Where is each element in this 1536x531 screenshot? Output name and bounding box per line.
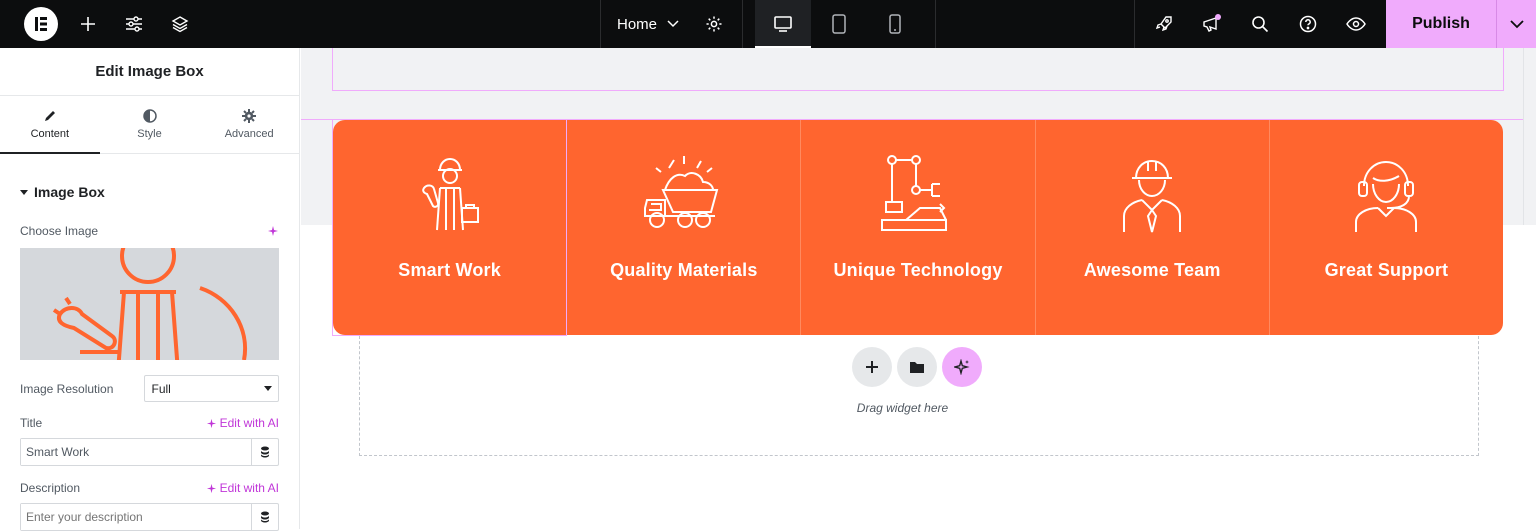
image-resolution-value: Full xyxy=(151,381,171,396)
box-title: Awesome Team xyxy=(1083,260,1221,280)
box-title: Smart Work xyxy=(398,260,501,280)
page-selector[interactable]: Home xyxy=(601,0,691,48)
image-box-quality-materials[interactable]: Quality Materials xyxy=(566,120,800,335)
image-box-unique-technology[interactable]: Unique Technology xyxy=(800,120,1034,335)
help-icon[interactable] xyxy=(1284,0,1332,48)
title-input[interactable] xyxy=(21,439,251,465)
robot-arm-icon xyxy=(881,155,947,231)
settings-sliders-icon[interactable] xyxy=(110,0,158,48)
eye-icon[interactable] xyxy=(1332,0,1380,48)
edit-with-ai-label: Edit with AI xyxy=(219,481,279,495)
dump-truck-icon xyxy=(643,156,719,228)
description-edit-with-ai-link[interactable]: Edit with AI xyxy=(206,481,279,495)
editor-canvas: Smart Work Quality Materials Unique Tech… xyxy=(301,48,1536,529)
publish-button[interactable]: Publish xyxy=(1386,0,1496,48)
ai-sparkle-icon[interactable] xyxy=(267,225,279,237)
description-label: Description xyxy=(20,481,81,495)
image-box-great-support[interactable]: Great Support xyxy=(1268,120,1503,335)
box-title: Unique Technology xyxy=(833,260,1003,280)
tab-advanced-label: Advanced xyxy=(224,128,274,140)
image-resolution-select[interactable]: Full xyxy=(144,375,279,402)
mobile-icon[interactable] xyxy=(871,0,919,48)
section-toggle-image-box[interactable]: Image Box xyxy=(20,184,279,200)
tab-content-label: Content xyxy=(30,128,70,140)
desktop-icon[interactable] xyxy=(759,0,807,48)
contrast-icon xyxy=(142,109,157,123)
publish-options-button[interactable] xyxy=(1496,0,1536,48)
add-section-button[interactable] xyxy=(852,347,892,387)
image-box-row: Smart Work Quality Materials Unique Tech… xyxy=(333,120,1503,335)
chevron-down-icon xyxy=(667,20,679,28)
add-template-button[interactable] xyxy=(897,347,937,387)
megaphone-icon[interactable] xyxy=(1188,0,1236,48)
drag-widget-hint: Drag widget here xyxy=(856,401,949,415)
worker-tools-icon xyxy=(52,248,248,360)
box-title: Great Support xyxy=(1324,260,1449,280)
title-label: Title xyxy=(20,416,43,430)
dynamic-tags-database-icon[interactable] xyxy=(251,439,278,465)
plus-icon xyxy=(866,361,878,373)
panel-tabs: Content Style Advanced xyxy=(0,96,299,154)
image-preview[interactable] xyxy=(20,248,279,360)
page-settings-gear-icon[interactable] xyxy=(690,0,738,48)
gear-icon xyxy=(242,109,257,123)
caret-down-icon xyxy=(264,386,272,391)
section-title: Image Box xyxy=(34,184,105,200)
image-resolution-label: Image Resolution xyxy=(20,381,114,396)
dynamic-tags-database-icon[interactable] xyxy=(251,504,278,530)
search-icon[interactable] xyxy=(1236,0,1284,48)
drop-zone-actions xyxy=(852,347,982,387)
panel-title: Edit Image Box xyxy=(0,48,299,96)
layers-icon[interactable] xyxy=(156,0,204,48)
editor-panel: Edit Image Box Content Style Advanced Im… xyxy=(0,48,300,531)
ai-sparkle-icon xyxy=(206,418,216,428)
box-title: Quality Materials xyxy=(610,260,758,280)
edit-with-ai-label: Edit with AI xyxy=(219,416,279,430)
tab-advanced[interactable]: Advanced xyxy=(199,96,299,153)
ai-generate-button[interactable] xyxy=(942,347,982,387)
chevron-down-icon xyxy=(1509,19,1524,28)
rocket-icon[interactable] xyxy=(1140,0,1188,48)
caret-down-icon xyxy=(20,189,28,195)
tablet-icon[interactable] xyxy=(815,0,863,48)
support-agent-icon xyxy=(1355,160,1418,232)
image-box-awesome-team[interactable]: Awesome Team xyxy=(1034,120,1269,335)
top-container[interactable] xyxy=(332,48,1504,91)
editor-topbar: Home Publish xyxy=(0,0,1536,48)
image-box-smart-work[interactable]: Smart Work xyxy=(333,120,566,335)
worker-tools-icon xyxy=(421,157,479,231)
description-input[interactable] xyxy=(21,504,251,530)
page-selector-label: Home xyxy=(617,15,658,33)
engineer-icon xyxy=(1123,159,1182,233)
folder-icon xyxy=(910,362,924,373)
description-field xyxy=(20,503,279,531)
title-edit-with-ai-link[interactable]: Edit with AI xyxy=(206,416,279,430)
tab-style[interactable]: Style xyxy=(100,96,200,153)
title-field xyxy=(20,438,279,466)
pencil-icon xyxy=(44,111,55,121)
elementor-logo-icon[interactable] xyxy=(24,7,58,41)
ai-sparkle-icon xyxy=(206,483,216,493)
ai-sparkle-icon xyxy=(954,359,970,375)
choose-image-label: Choose Image xyxy=(20,224,99,238)
tab-style-label: Style xyxy=(137,128,162,140)
tab-content[interactable]: Content xyxy=(0,96,100,154)
add-icon[interactable] xyxy=(64,0,112,48)
